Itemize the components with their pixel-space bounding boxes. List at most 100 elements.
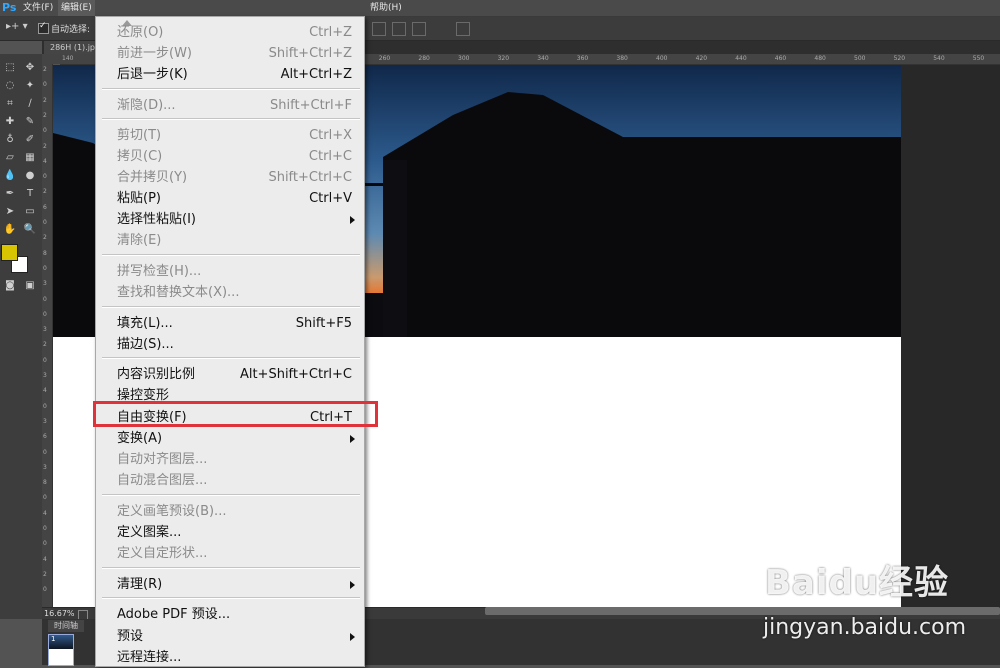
edit-menu-item[interactable]: 前进一步(W) Shift+Ctrl+Z <box>96 43 364 64</box>
menu-bar: Ps 文件(F) 编辑(E) 帮助(H) <box>0 0 1000 17</box>
foreground-color-swatch[interactable] <box>1 244 18 261</box>
edit-menu-item[interactable]: 自动混合图层... <box>96 470 364 491</box>
edit-menu-item[interactable]: 定义自定形状... <box>96 543 364 564</box>
edit-menu-item[interactable]: 预设 <box>96 626 364 647</box>
distribute-icon[interactable] <box>412 22 426 36</box>
ruler-tick-label: 4 <box>43 387 47 395</box>
submenu-arrow-icon <box>350 216 355 224</box>
distribute-icon[interactable] <box>392 22 406 36</box>
marquee-tool-icon[interactable]: ⬚ <box>2 60 18 76</box>
menu-item-shortcut: Ctrl+Z <box>309 25 352 40</box>
edit-menu-item[interactable]: 剪切(T) Ctrl+X <box>96 125 364 146</box>
timeline-frame-thumbnail[interactable]: 1 <box>48 634 74 666</box>
align-icon[interactable] <box>372 22 386 36</box>
move-tool-icon[interactable]: ✥ <box>22 60 38 76</box>
ruler-corner <box>42 54 60 64</box>
ruler-tick-label: 500 <box>854 55 866 62</box>
edit-menu-item[interactable]: 拼写检查(H)... <box>96 261 364 282</box>
menu-item-label: 选择性粘贴(I) <box>117 212 196 227</box>
menu-item-label: 后退一步(K) <box>117 67 188 82</box>
menu-item-label: 自动混合图层... <box>117 473 208 488</box>
ruler-tick-label: 0 <box>43 127 47 135</box>
ruler-tick-label: 3 <box>43 326 47 334</box>
edit-menu-item[interactable]: 选择性粘贴(I) <box>96 209 364 230</box>
auto-select-checkbox[interactable] <box>38 21 49 34</box>
history-brush-icon[interactable]: ✐ <box>22 132 38 148</box>
ruler-tick-label: 2 <box>43 188 47 196</box>
menu-item-label: 前进一步(W) <box>117 46 192 61</box>
blur-tool-icon[interactable]: 💧 <box>2 168 18 184</box>
edit-menu-item[interactable]: 自动对齐图层... <box>96 449 364 470</box>
eraser-tool-icon[interactable]: ▱ <box>2 150 18 166</box>
annotation-highlight-box <box>93 401 378 427</box>
tools-panel: ⬚ ✥ ◌ ✦ ⌗ ∕ ✚ ✎ ♁ ✐ ▱ ▦ 💧 ● ✒ T ➤ ▭ ✋ 🔍 … <box>0 54 43 619</box>
healing-brush-icon[interactable]: ✚ <box>2 114 18 130</box>
ruler-tick-label: 300 <box>458 55 470 62</box>
submenu-arrow-icon <box>350 633 355 641</box>
menu-item-label: 变换(A) <box>117 431 163 446</box>
menu-item-shortcut: Alt+Ctrl+Z <box>280 67 352 82</box>
ruler-tick-label: 2 <box>43 341 47 349</box>
edit-menu-item[interactable]: 清理(R) <box>96 574 364 595</box>
edit-menu-item[interactable]: 还原(O) Ctrl+Z <box>96 22 364 43</box>
ruler-tick-label: 380 <box>616 55 628 62</box>
ruler-tick-label: 3 <box>43 417 47 425</box>
lasso-tool-icon[interactable]: ◌ <box>2 78 18 94</box>
gradient-tool-icon[interactable]: ▦ <box>22 150 38 166</box>
menu-item-label: 内容识别比例 <box>117 367 196 382</box>
brush-tool-icon[interactable]: ✎ <box>22 114 38 130</box>
ruler-tick-label: 0 <box>43 219 47 226</box>
edit-menu-item[interactable]: 后退一步(K) Alt+Ctrl+Z <box>96 64 364 85</box>
ruler-tick-label: 3 <box>43 463 47 471</box>
edit-menu-item[interactable]: 变换(A) <box>96 428 364 449</box>
auto-align-icon[interactable] <box>456 22 470 36</box>
menu-edit[interactable]: 编辑(E) <box>58 0 95 16</box>
ruler-tick-label: 2 <box>43 234 47 242</box>
menu-file[interactable]: 文件(F) <box>20 0 56 16</box>
menu-item-label: 远程连接... <box>117 650 182 665</box>
watermark-url: jingyan.baidu.com <box>763 615 967 640</box>
menu-item-shortcut: Shift+F5 <box>295 316 352 331</box>
path-selection-icon[interactable]: ➤ <box>2 204 18 220</box>
menu-help[interactable]: 帮助(H) <box>367 0 405 16</box>
ruler-tick-label: 0 <box>43 310 47 318</box>
edit-menu-item[interactable]: 粘贴(P) Ctrl+V <box>96 188 364 209</box>
edit-menu-item[interactable]: 内容识别比例 Alt+Shift+Ctrl+C <box>96 364 364 385</box>
timeline-tab[interactable]: 时间轴 <box>48 620 84 632</box>
type-tool-icon[interactable]: T <box>22 186 38 202</box>
edit-menu-item[interactable]: 拷贝(C) Ctrl+C <box>96 146 364 167</box>
magic-wand-icon[interactable]: ✦ <box>22 78 38 94</box>
edit-menu-item[interactable]: 填充(L)... Shift+F5 <box>96 313 364 334</box>
menu-item-label: 定义画笔预设(B)... <box>117 504 227 519</box>
pen-tool-icon[interactable]: ✒ <box>2 186 18 202</box>
clone-stamp-icon[interactable]: ♁ <box>2 132 18 148</box>
menu-item-label: 清理(R) <box>117 577 163 592</box>
dodge-tool-icon[interactable]: ● <box>22 168 38 184</box>
baidu-jingyan-logo: Baidu经验 <box>765 563 950 603</box>
menu-separator <box>102 254 360 256</box>
tool-preset-picker[interactable]: ▸+ ▾ <box>6 21 28 32</box>
quick-mask-icon[interactable]: ◙ <box>2 278 18 294</box>
menu-item-shortcut: Ctrl+V <box>309 191 352 206</box>
edit-menu-item[interactable]: Adobe PDF 预设... <box>96 604 364 625</box>
rectangle-tool-icon[interactable]: ▭ <box>22 204 38 220</box>
ruler-tick-label: 2 <box>43 111 47 119</box>
zoom-tool-icon[interactable]: 🔍 <box>22 222 38 238</box>
eyedropper-icon[interactable]: ∕ <box>22 96 38 112</box>
edit-menu-item[interactable]: 定义画笔预设(B)... <box>96 501 364 522</box>
edit-menu-item[interactable]: 描边(S)... <box>96 334 364 355</box>
edit-menu-item[interactable]: 渐隐(D)... Shift+Ctrl+F <box>96 95 364 116</box>
ruler-tick-label: 6 <box>43 433 47 441</box>
crop-tool-icon[interactable]: ⌗ <box>2 96 18 112</box>
menu-item-label: 合并拷贝(Y) <box>117 170 188 185</box>
ruler-tick-label: 460 <box>774 55 787 62</box>
screen-mode-icon[interactable]: ▣ <box>22 278 38 294</box>
edit-menu-item[interactable]: 清除(E) <box>96 230 364 251</box>
edit-menu-item[interactable]: 定义图案... <box>96 522 364 543</box>
ruler-tick-label: 4 <box>43 157 47 165</box>
ruler-tick-label: 0 <box>43 295 47 303</box>
hand-tool-icon[interactable]: ✋ <box>2 222 18 238</box>
edit-menu-item[interactable]: 合并拷贝(Y) Shift+Ctrl+C <box>96 167 364 188</box>
ruler-tick-label: 400 <box>656 55 668 62</box>
edit-menu-item[interactable]: 查找和替换文本(X)... <box>96 282 364 303</box>
